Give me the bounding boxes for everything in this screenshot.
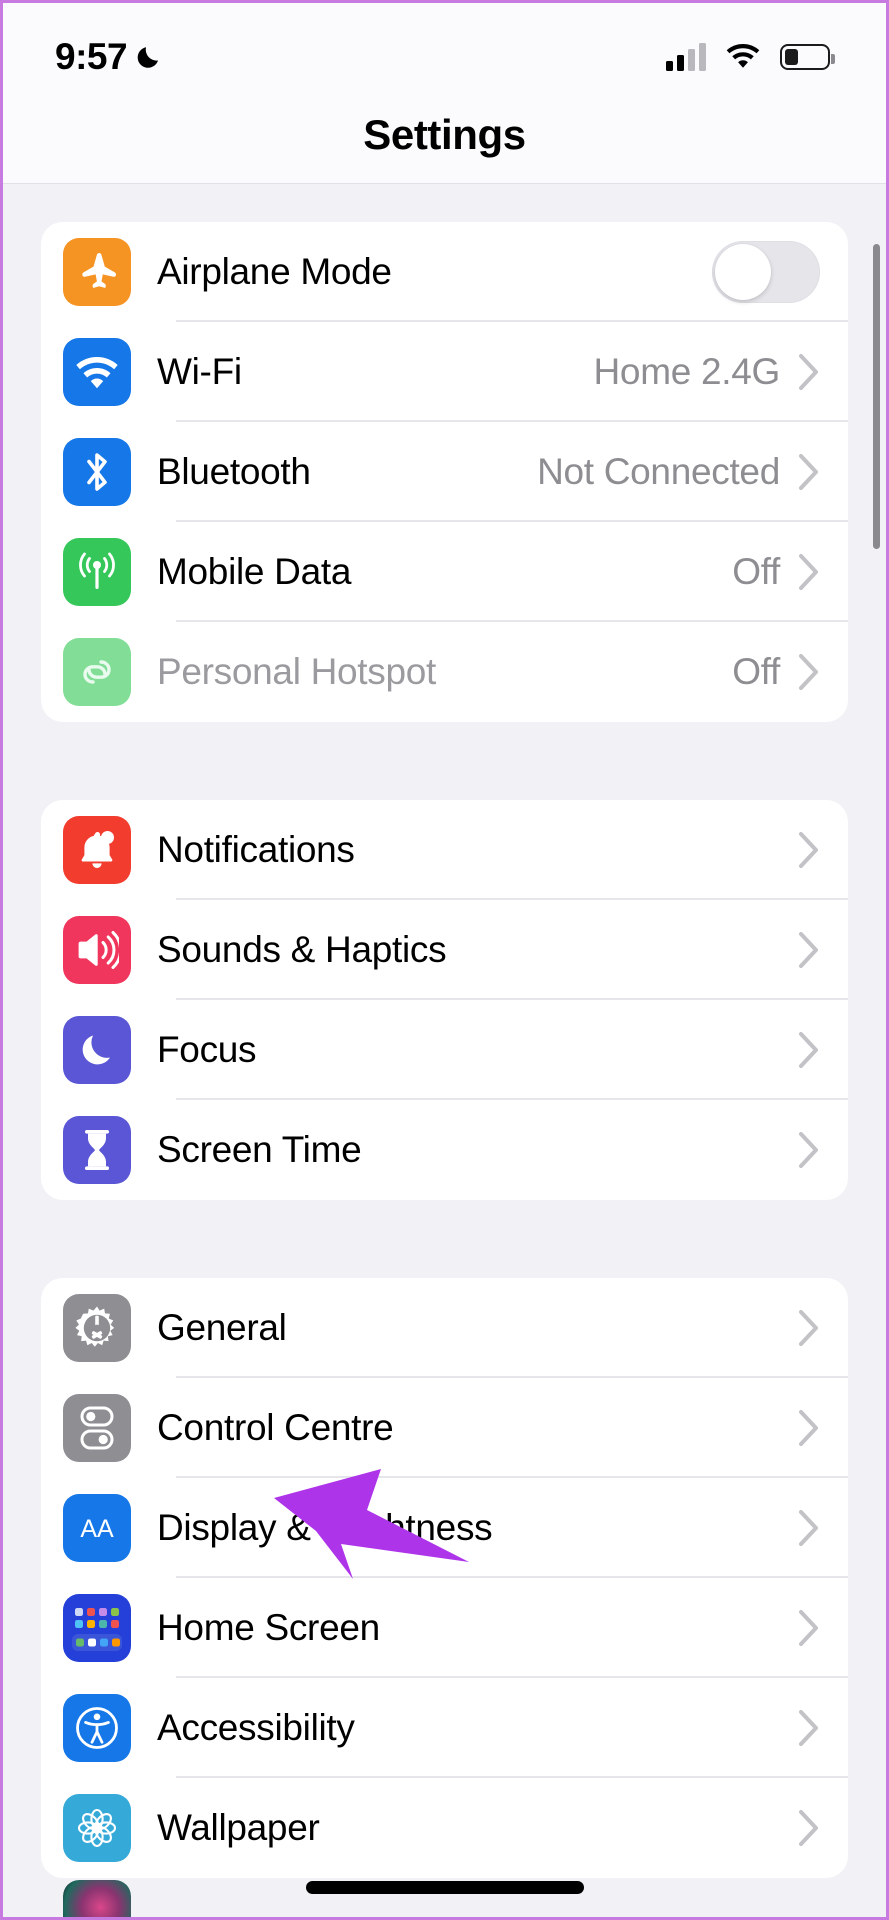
chevron-right-icon: [798, 1709, 820, 1747]
settings-scroll-area[interactable]: Airplane Mode Wi-Fi Home 2.4G Bluetooth Not…: [3, 184, 886, 1917]
app-grid-icon: [63, 1594, 131, 1662]
settings-row-label: Airplane Mode: [157, 251, 392, 292]
chevron-right-icon: [798, 353, 820, 391]
hourglass-icon: [63, 1116, 131, 1184]
settings-row-label: Mobile Data: [157, 551, 352, 592]
settings-row-label: Screen Time: [157, 1129, 362, 1170]
settings-row-bluetooth[interactable]: Bluetooth Not Connected: [41, 422, 848, 522]
settings-group-system: General Control Centre AA Display & Brigh…: [41, 1278, 848, 1878]
settings-row-home-screen[interactable]: Home Screen: [41, 1578, 848, 1678]
settings-row-accessibility[interactable]: Accessibility: [41, 1678, 848, 1778]
settings-row-label: Bluetooth: [157, 451, 311, 492]
chevron-right-icon: [798, 1409, 820, 1447]
status-bar-left: 9:57: [55, 36, 165, 78]
settings-row-personal-hotspot: Personal Hotspot Off: [41, 622, 848, 722]
settings-row-wallpaper[interactable]: Wallpaper: [41, 1778, 848, 1878]
bluetooth-icon: [63, 438, 131, 506]
airplane-mode-toggle[interactable]: [712, 241, 820, 303]
settings-row-focus[interactable]: Focus: [41, 1000, 848, 1100]
settings-row-label: Notifications: [157, 829, 355, 870]
iphone-screen: 9:57 Settings Airplane Mode Wi-Fi Home 2.4…: [0, 0, 889, 1920]
settings-row-control-centre[interactable]: Control Centre: [41, 1378, 848, 1478]
bell-icon: [63, 816, 131, 884]
settings-row-wi-fi[interactable]: Wi-Fi Home 2.4G: [41, 322, 848, 422]
settings-row-mobile-data[interactable]: Mobile Data Off: [41, 522, 848, 622]
chevron-right-icon: [798, 1131, 820, 1169]
settings-row-label: Display & Brightness: [157, 1507, 493, 1548]
chevron-right-icon: [798, 553, 820, 591]
status-bar: 9:57: [3, 3, 886, 111]
settings-row-general[interactable]: General: [41, 1278, 848, 1378]
toggle-knob: [715, 244, 771, 300]
status-bar-time: 9:57: [55, 36, 128, 77]
settings-group-connectivity: Airplane Mode Wi-Fi Home 2.4G Bluetooth Not…: [41, 222, 848, 722]
aa-text-icon: AA: [63, 1494, 131, 1562]
settings-row-value: Off: [732, 551, 780, 592]
cellular-antenna-icon: [63, 538, 131, 606]
settings-group-alerts: Notifications Sounds & Haptics Focus Scr…: [41, 800, 848, 1200]
chevron-right-icon: [798, 1509, 820, 1547]
toggles-icon: [63, 1394, 131, 1462]
signal-bars-icon: [666, 43, 706, 71]
settings-row-label: Personal Hotspot: [157, 651, 437, 692]
settings-row-sounds-haptics[interactable]: Sounds & Haptics: [41, 900, 848, 1000]
settings-row-label: Wallpaper: [157, 1807, 320, 1848]
settings-row-notifications[interactable]: Notifications: [41, 800, 848, 900]
page-title: Settings: [363, 111, 526, 158]
settings-row-value: Home 2.4G: [593, 351, 781, 392]
siri-icon: [63, 1880, 131, 1917]
chevron-right-icon: [798, 453, 820, 491]
settings-row-label: Control Centre: [157, 1407, 394, 1448]
moon-icon: [135, 42, 165, 72]
settings-row-label: Accessibility: [157, 1707, 355, 1748]
gear-icon: [63, 1294, 131, 1362]
chevron-right-icon: [798, 1809, 820, 1847]
settings-row-value: Off: [732, 651, 780, 692]
settings-row-screen-time[interactable]: Screen Time: [41, 1100, 848, 1200]
home-indicator-bar: [305, 1881, 584, 1894]
chevron-right-icon: [798, 1309, 820, 1347]
status-bar-right: [666, 41, 835, 73]
settings-row-label: Home Screen: [157, 1607, 380, 1648]
accessibility-person-icon: [63, 1694, 131, 1762]
settings-row-label: General: [157, 1307, 287, 1348]
vertical-scrollbar[interactable]: [873, 244, 880, 549]
chevron-right-icon: [798, 1031, 820, 1069]
settings-row-value: Not Connected: [537, 451, 780, 492]
nav-bar: Settings: [3, 111, 886, 183]
speaker-waves-icon: [63, 916, 131, 984]
hotspot-link-icon: [63, 638, 131, 706]
settings-row-display-brightness[interactable]: AA Display & Brightness: [41, 1478, 848, 1578]
chevron-right-icon: [798, 653, 820, 691]
settings-row-airplane-mode[interactable]: Airplane Mode: [41, 222, 848, 322]
svg-text:AA: AA: [80, 1515, 114, 1543]
wifi-icon: [725, 41, 761, 73]
airplane-icon: [63, 238, 131, 306]
wifi-icon: [63, 338, 131, 406]
moon-icon: [63, 1016, 131, 1084]
settings-row-label: Focus: [157, 1029, 257, 1070]
settings-row-label: Wi-Fi: [157, 351, 242, 392]
battery-low-icon: [780, 44, 835, 70]
chevron-right-icon: [798, 831, 820, 869]
flower-wallpaper-icon: [63, 1794, 131, 1862]
settings-row-label: Sounds & Haptics: [157, 929, 447, 970]
chevron-right-icon: [798, 1609, 820, 1647]
chevron-right-icon: [798, 931, 820, 969]
